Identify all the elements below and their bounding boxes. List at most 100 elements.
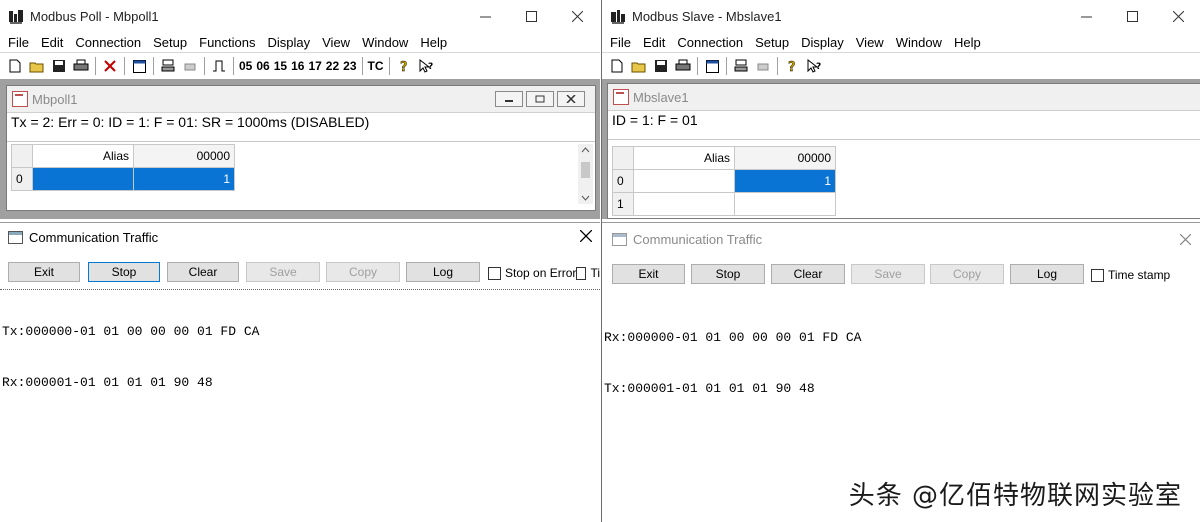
child-restore-button[interactable] <box>526 91 554 107</box>
open-folder-icon[interactable] <box>628 56 650 76</box>
menu-display[interactable]: Display <box>262 35 317 50</box>
menu-view[interactable]: View <box>316 35 356 50</box>
table-row[interactable]: 0 1 <box>612 169 836 193</box>
menu-help[interactable]: Help <box>948 35 987 50</box>
copy-button[interactable]: Copy <box>930 264 1004 284</box>
menu-edit[interactable]: Edit <box>637 35 671 50</box>
minimize-button[interactable] <box>462 0 508 33</box>
title-bar[interactable]: Modbus Poll - Mbpoll1 <box>0 0 600 33</box>
save-button[interactable]: Save <box>246 262 320 282</box>
save-icon[interactable] <box>650 56 672 76</box>
stop-button[interactable]: Stop <box>88 262 160 282</box>
context-help-icon[interactable]: ? <box>803 56 825 76</box>
traffic-log: Tx:000000-01 01 00 00 00 01 FD CA Rx:000… <box>2 289 259 425</box>
print-icon[interactable] <box>70 56 92 76</box>
register-table: Alias 00000 0 1 <box>11 144 235 191</box>
maximize-button[interactable] <box>508 0 554 33</box>
function-code-15[interactable]: 15 <box>272 59 289 73</box>
maximize-button[interactable] <box>1109 0 1155 33</box>
help-icon[interactable]: ? <box>393 56 415 76</box>
clear-button[interactable]: Clear <box>771 264 845 284</box>
close-button[interactable] <box>1155 0 1200 33</box>
modbus-poll-window: Modbus Poll - Mbpoll1 File Edit Connecti… <box>0 0 600 522</box>
stop-button[interactable]: Stop <box>691 264 765 284</box>
new-file-icon[interactable] <box>606 56 628 76</box>
disconnect-icon[interactable] <box>99 56 121 76</box>
open-folder-icon[interactable] <box>26 56 48 76</box>
table-row[interactable]: 0 1 <box>11 167 235 191</box>
context-help-icon[interactable]: ? <box>415 56 437 76</box>
function-code-06[interactable]: 06 <box>254 59 271 73</box>
toolbar-separator <box>726 57 727 75</box>
table-corner <box>612 146 634 170</box>
function-code-16[interactable]: 16 <box>289 59 306 73</box>
value-cell[interactable] <box>734 192 836 216</box>
menu-file[interactable]: File <box>2 35 35 50</box>
log-button[interactable]: Log <box>406 262 480 282</box>
child-close-button[interactable] <box>557 91 585 107</box>
toolbar-separator <box>233 57 234 75</box>
table-row[interactable]: 1 <box>612 192 836 216</box>
alias-cell[interactable] <box>32 167 134 191</box>
menu-window[interactable]: Window <box>356 35 414 50</box>
log-button[interactable]: Log <box>1010 264 1084 284</box>
minimize-button[interactable] <box>1063 0 1109 33</box>
clear-button[interactable]: Clear <box>167 262 239 282</box>
child-title-bar[interactable]: Mbslave1 <box>608 84 1200 111</box>
toolbar: ? ? <box>602 52 1200 80</box>
child-title-bar[interactable]: Mbpoll1 <box>7 86 595 113</box>
vertical-scrollbar[interactable] <box>578 144 593 204</box>
menu-connection[interactable]: Connection <box>69 35 147 50</box>
function-code-23[interactable]: 23 <box>341 59 358 73</box>
value-cell[interactable]: 1 <box>133 167 235 191</box>
toolbar-separator <box>777 57 778 75</box>
menu-view[interactable]: View <box>850 35 890 50</box>
stop-on-error-checkbox[interactable]: Stop on Error <box>488 266 576 280</box>
mdi-workspace: Mbslave1 ID = 1: F = 01 Alias 00000 0 1 … <box>602 79 1200 219</box>
tc-button[interactable]: TC <box>366 59 386 73</box>
traffic-close-icon[interactable] <box>1179 233 1192 248</box>
value-cell[interactable]: 1 <box>734 169 836 193</box>
new-file-icon[interactable] <box>4 56 26 76</box>
alias-cell[interactable] <box>633 192 735 216</box>
copy-button[interactable]: Copy <box>326 262 400 282</box>
function-code-22[interactable]: 22 <box>324 59 341 73</box>
modbus-slave-app-icon <box>610 9 626 25</box>
traffic-window-icon <box>612 232 627 246</box>
menu-setup[interactable]: Setup <box>147 35 193 50</box>
save-icon[interactable] <box>48 56 70 76</box>
timestamp-checkbox[interactable]: Ti <box>576 266 600 280</box>
function-code-05[interactable]: 05 <box>237 59 254 73</box>
traffic-close-icon[interactable] <box>579 229 593 245</box>
traffic-window-icon <box>8 230 23 244</box>
pulse-icon[interactable] <box>208 56 230 76</box>
table-header-row: Alias 00000 <box>612 146 836 170</box>
menu-help[interactable]: Help <box>414 35 453 50</box>
menu-window[interactable]: Window <box>890 35 948 50</box>
menu-file[interactable]: File <box>604 35 637 50</box>
function-code-17[interactable]: 17 <box>306 59 323 73</box>
document-icon <box>613 89 629 105</box>
menu-display[interactable]: Display <box>795 35 850 50</box>
menu-edit[interactable]: Edit <box>35 35 69 50</box>
title-bar[interactable]: Modbus Slave - Mbslave1 <box>602 0 1200 33</box>
exit-button[interactable]: Exit <box>8 262 80 282</box>
save-button[interactable]: Save <box>851 264 925 284</box>
help-icon[interactable]: ? <box>781 56 803 76</box>
print-disabled-icon[interactable] <box>179 56 201 76</box>
exit-button[interactable]: Exit <box>612 264 685 284</box>
close-button[interactable] <box>554 0 600 33</box>
read-write-icon[interactable] <box>157 56 179 76</box>
menu-functions[interactable]: Functions <box>193 35 261 50</box>
print-disabled-icon[interactable] <box>752 56 774 76</box>
alias-cell[interactable] <box>633 169 735 193</box>
menu-setup[interactable]: Setup <box>749 35 795 50</box>
print-icon[interactable] <box>672 56 694 76</box>
window-icon[interactable] <box>128 56 150 76</box>
read-write-icon[interactable] <box>730 56 752 76</box>
window-icon[interactable] <box>701 56 723 76</box>
child-minimize-button[interactable] <box>495 91 523 107</box>
timestamp-checkbox[interactable]: Time stamp <box>1091 268 1170 282</box>
menu-connection[interactable]: Connection <box>671 35 749 50</box>
window-title: Modbus Slave - Mbslave1 <box>632 9 782 24</box>
